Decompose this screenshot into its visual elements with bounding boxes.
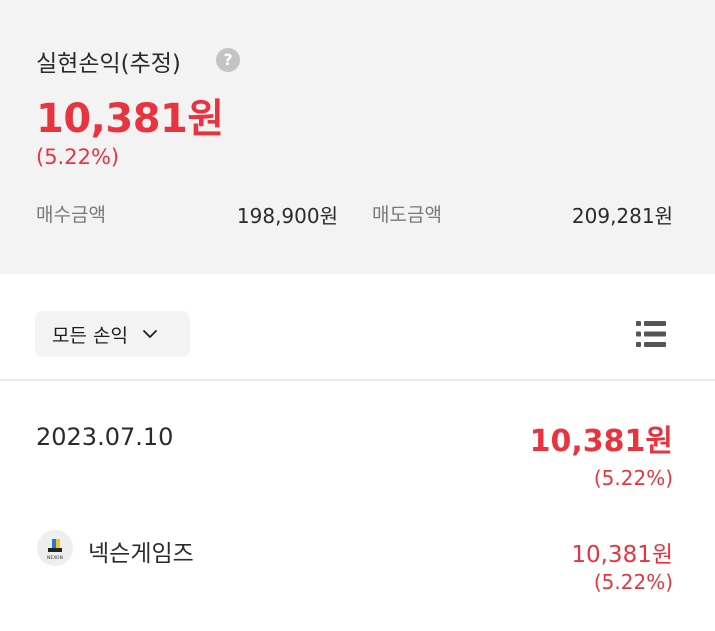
sell-amount-value: 209,281원 [571, 204, 673, 228]
total-pnl-percent: (5.22%) [36, 145, 120, 169]
stock-name: 넥슨게임즈 [88, 541, 194, 567]
record-date: 2023.07.10 [36, 423, 174, 451]
stock-amount: 10,381원 [571, 542, 673, 568]
sell-amount-label: 매도금액 [372, 204, 442, 226]
divider [0, 379, 715, 381]
buy-amount-label: 매수금액 [36, 204, 106, 226]
list-icon[interactable] [636, 320, 666, 348]
buy-amount-value: 198,900원 [236, 204, 338, 228]
stock-percent: (5.22%) [593, 570, 673, 594]
realized-pnl-summary: 실현손익(추정) ? 10,381원 (5.22%) 매수금액 198,900원… [0, 0, 715, 274]
total-pnl-amount: 10,381원 [36, 96, 224, 142]
record-percent: (5.22%) [593, 466, 673, 490]
nexon-logo: NEXON [37, 530, 73, 566]
summary-title: 실현손익(추정) [36, 51, 181, 77]
nexon-logo-mark: NEXON [47, 539, 63, 561]
chevron-down-icon [143, 330, 157, 338]
pnl-filter-dropdown[interactable]: 모든 손익 [35, 311, 190, 357]
record-amount: 10,381원 [529, 424, 673, 459]
nexon-logo-text: NEXON [47, 555, 63, 561]
filter-label: 모든 손익 [52, 324, 128, 347]
help-icon[interactable]: ? [216, 48, 240, 72]
